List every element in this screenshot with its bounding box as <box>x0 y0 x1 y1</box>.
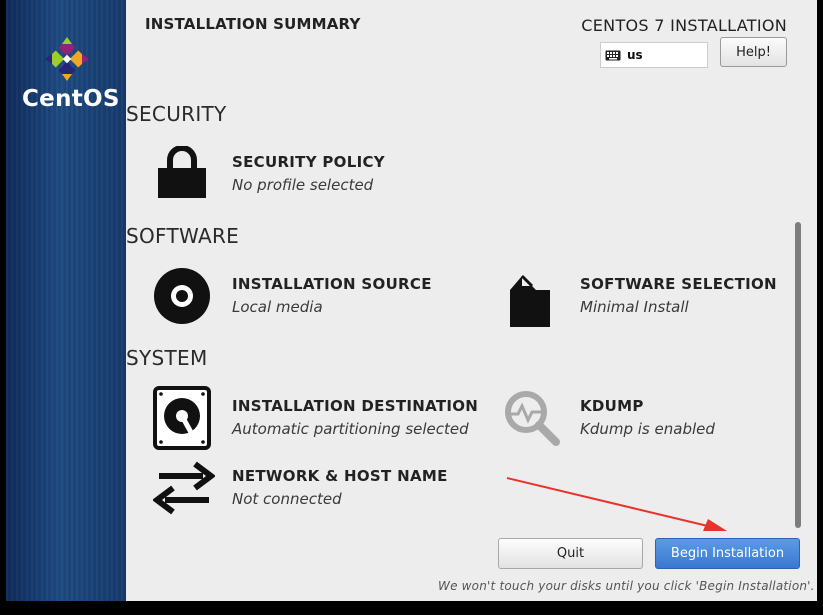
package-icon[interactable] <box>508 274 552 328</box>
software-selection-title[interactable]: SOFTWARE SELECTION <box>580 275 777 293</box>
centos-brand: CentOS <box>22 86 120 112</box>
installer-window <box>6 0 817 601</box>
page-title: INSTALLATION SUMMARY <box>145 15 361 33</box>
disc-icon[interactable] <box>153 267 211 325</box>
help-button[interactable]: Help! <box>720 37 787 67</box>
network-title[interactable]: NETWORK & HOST NAME <box>232 467 448 485</box>
keyboard-layout-indicator[interactable]: us <box>600 42 708 68</box>
section-software: SOFTWARE <box>126 224 240 248</box>
scrollbar-thumb[interactable] <box>795 222 801 528</box>
magnifier-icon[interactable] <box>502 388 560 446</box>
security-policy-status: No profile selected <box>232 176 374 194</box>
keyboard-layout-label: us <box>627 48 643 62</box>
footer-note: We won't touch your disks until you clic… <box>438 579 815 593</box>
kdump-title[interactable]: KDUMP <box>580 397 644 415</box>
keyboard-icon <box>605 50 621 60</box>
network-status: Not connected <box>232 490 342 508</box>
lock-icon[interactable] <box>156 146 208 198</box>
installation-destination-status: Automatic partitioning selected <box>232 420 469 438</box>
section-security: SECURITY <box>126 102 227 126</box>
centos-logo <box>45 37 89 81</box>
network-arrows-icon[interactable] <box>153 460 215 518</box>
security-policy-title[interactable]: SECURITY POLICY <box>232 153 385 171</box>
begin-installation-button[interactable]: Begin Installation <box>655 538 800 569</box>
quit-button[interactable]: Quit <box>498 538 643 569</box>
installation-destination-title[interactable]: INSTALLATION DESTINATION <box>232 397 478 415</box>
installation-source-status: Local media <box>232 298 323 316</box>
software-selection-status: Minimal Install <box>580 298 689 316</box>
installation-source-title[interactable]: INSTALLATION SOURCE <box>232 275 432 293</box>
section-system: SYSTEM <box>126 346 208 370</box>
kdump-status: Kdump is enabled <box>580 420 715 438</box>
hard-disk-icon[interactable] <box>153 386 211 450</box>
product-title: CENTOS 7 INSTALLATION <box>581 16 787 35</box>
